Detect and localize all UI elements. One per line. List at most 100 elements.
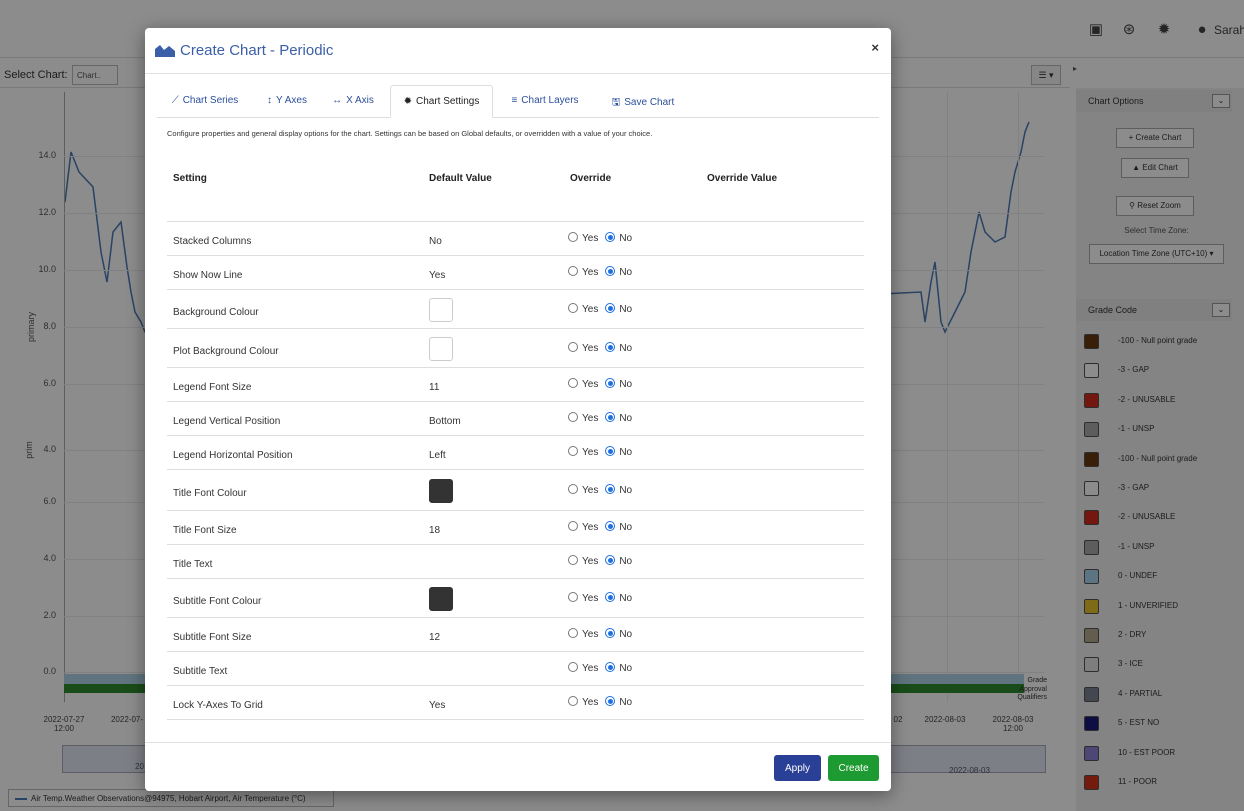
apply-button[interactable]: Apply — [774, 755, 821, 781]
override-yes-label[interactable]: Yes — [582, 556, 598, 567]
setting-name: Subtitle Text — [173, 666, 228, 677]
column-header-override-value: Override Value — [707, 173, 778, 184]
override-yes-label[interactable]: Yes — [582, 522, 598, 533]
create-chart-modal: Create Chart - Periodic × ⟋ Chart Series … — [145, 28, 891, 791]
override-no-label[interactable]: No — [619, 413, 632, 424]
tab-x-axis[interactable]: ↔ X Axis — [327, 85, 379, 118]
tab-y-axes[interactable]: ↕ Y Axes — [261, 85, 313, 118]
setting-row: Legend Font Size 11 Yes No — [167, 367, 864, 401]
setting-name: Background Colour — [173, 307, 259, 318]
override-radio-group: Yes No — [568, 342, 639, 354]
modal-footer: Apply Create — [145, 742, 891, 791]
default-color-swatch — [429, 479, 453, 503]
override-no-radio[interactable] — [605, 342, 616, 352]
override-no-label[interactable]: No — [619, 522, 632, 533]
tab-save-chart[interactable]: 🖫 Save Chart — [607, 85, 679, 118]
setting-name: Title Font Colour — [173, 488, 247, 499]
setting-name: Lock Y-Axes To Grid — [173, 700, 263, 711]
override-yes-radio[interactable] — [568, 555, 578, 565]
default-value: No — [429, 236, 442, 247]
override-no-label[interactable]: No — [619, 556, 632, 567]
setting-name: Subtitle Font Size — [173, 632, 252, 643]
override-no-label[interactable]: No — [619, 629, 632, 640]
override-yes-radio[interactable] — [568, 592, 578, 602]
override-yes-label[interactable]: Yes — [582, 233, 598, 244]
tab-chart-settings[interactable]: ✹ Chart Settings — [390, 85, 493, 118]
override-yes-radio[interactable] — [568, 662, 578, 672]
tab-label: X Axis — [346, 95, 374, 106]
override-no-radio[interactable] — [605, 412, 616, 422]
tab-label: Chart Settings — [416, 96, 480, 107]
tab-chart-series[interactable]: ⟋ Chart Series — [165, 85, 245, 118]
override-no-radio[interactable] — [605, 628, 616, 638]
override-radio-group: Yes No — [568, 266, 639, 278]
override-no-radio[interactable] — [605, 592, 616, 602]
override-yes-label[interactable]: Yes — [582, 593, 598, 604]
override-yes-label[interactable]: Yes — [582, 304, 598, 315]
setting-name: Legend Horizontal Position — [173, 450, 293, 461]
override-no-label[interactable]: No — [619, 485, 632, 496]
override-no-label[interactable]: No — [619, 304, 632, 315]
override-yes-label[interactable]: Yes — [582, 447, 598, 458]
override-no-radio[interactable] — [605, 521, 616, 531]
override-yes-label[interactable]: Yes — [582, 629, 598, 640]
override-yes-label[interactable]: Yes — [582, 697, 598, 708]
override-no-radio[interactable] — [605, 484, 616, 494]
override-no-radio[interactable] — [605, 303, 616, 313]
override-no-label[interactable]: No — [619, 447, 632, 458]
close-icon[interactable]: × — [871, 40, 879, 55]
override-yes-label[interactable]: Yes — [582, 379, 598, 390]
override-radio-group: Yes No — [568, 303, 639, 315]
override-no-radio[interactable] — [605, 555, 616, 565]
override-no-label[interactable]: No — [619, 343, 632, 354]
save-icon: 🖫 — [611, 97, 621, 108]
override-yes-radio[interactable] — [568, 232, 578, 242]
override-radio-group: Yes No — [568, 696, 639, 708]
default-value: 12 — [429, 632, 441, 643]
override-radio-group: Yes No — [568, 232, 639, 244]
override-yes-radio[interactable] — [568, 446, 578, 456]
override-yes-label[interactable]: Yes — [582, 267, 598, 278]
override-yes-radio[interactable] — [568, 521, 578, 531]
table-bottom-border — [167, 719, 864, 720]
override-no-label[interactable]: No — [619, 233, 632, 244]
setting-row: Legend Vertical Position Bottom Yes No — [167, 401, 864, 435]
override-no-label[interactable]: No — [619, 663, 632, 674]
column-header-setting: Setting — [173, 173, 207, 184]
override-no-radio[interactable] — [605, 266, 616, 276]
setting-name: Legend Font Size — [173, 382, 252, 393]
override-yes-radio[interactable] — [568, 342, 578, 352]
override-no-label[interactable]: No — [619, 697, 632, 708]
horizontal-arrows-icon: ↔ — [332, 95, 343, 106]
tab-chart-layers[interactable]: ≡ Chart Layers — [505, 85, 585, 118]
override-yes-label[interactable]: Yes — [582, 485, 598, 496]
create-button[interactable]: Create — [828, 755, 879, 781]
override-yes-radio[interactable] — [568, 628, 578, 638]
override-radio-group: Yes No — [568, 412, 639, 424]
override-no-label[interactable]: No — [619, 593, 632, 604]
override-yes-radio[interactable] — [568, 412, 578, 422]
override-no-radio[interactable] — [605, 378, 616, 388]
override-radio-group: Yes No — [568, 592, 639, 604]
default-color-swatch — [429, 298, 453, 322]
setting-row: Subtitle Font Colour Yes No — [167, 578, 864, 617]
override-yes-radio[interactable] — [568, 378, 578, 388]
default-value: 18 — [429, 525, 441, 536]
override-no-radio[interactable] — [605, 662, 616, 672]
override-no-radio[interactable] — [605, 446, 616, 456]
override-yes-radio[interactable] — [568, 696, 578, 706]
override-yes-label[interactable]: Yes — [582, 413, 598, 424]
override-no-radio[interactable] — [605, 696, 616, 706]
override-yes-radio[interactable] — [568, 303, 578, 313]
override-no-label[interactable]: No — [619, 379, 632, 390]
override-yes-radio[interactable] — [568, 484, 578, 494]
override-no-radio[interactable] — [605, 232, 616, 242]
override-no-label[interactable]: No — [619, 267, 632, 278]
override-yes-radio[interactable] — [568, 266, 578, 276]
override-yes-label[interactable]: Yes — [582, 343, 598, 354]
settings-description: Configure properties and general display… — [167, 129, 653, 138]
setting-row: Subtitle Text Yes No — [167, 651, 864, 685]
override-yes-label[interactable]: Yes — [582, 663, 598, 674]
setting-row: Background Colour Yes No — [167, 289, 864, 328]
tab-label: Chart Layers — [521, 95, 579, 106]
